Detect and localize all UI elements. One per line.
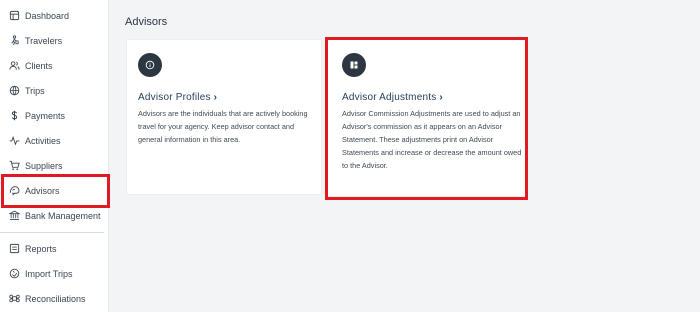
sidebar-item-activities[interactable]: Activities [0,128,108,153]
sidebar-item-label: Reports [25,243,57,254]
sidebar-item-trips[interactable]: Trips [0,78,108,103]
sidebar-item-dashboard[interactable]: Dashboard [0,3,108,28]
sidebar-item-label: Dashboard [25,10,70,21]
widgets-icon [342,53,366,77]
sidebar-item-bank-management[interactable]: Bank Management [0,203,108,228]
page-title: Advisors [125,16,168,28]
sidebar-item-payments[interactable]: Payments [0,103,108,128]
import-icon [9,268,20,279]
card-description: Advisor Commission Adjustments are used … [342,109,522,170]
bank-icon [9,210,20,221]
chevron-right-icon: › [439,92,443,103]
sidebar-item-import-trips[interactable]: Import Trips [0,261,108,286]
sidebar-item-suppliers[interactable]: Suppliers [0,153,108,178]
dollar-icon [9,110,20,121]
sidebar-item-label: Import Trips [25,268,73,279]
activity-icon [9,135,20,146]
reports-icon [9,243,20,254]
advisor-adjustments-link[interactable]: Advisor Adjustments › [342,92,443,103]
sidebar-item-label: Trips [25,85,45,96]
card-description: Advisors are the individuals that are ac… [138,109,308,144]
dashboard-icon [9,10,20,21]
sidebar-item-label: Travelers [25,35,63,46]
card-title-text: Advisor Adjustments [342,92,437,103]
sidebar-item-reconciliations[interactable]: Reconciliations [0,286,108,311]
sidebar-item-advisors[interactable]: Advisors [0,178,108,203]
sidebar: Dashboard Travelers Clients Trips Paymen… [0,0,109,312]
chevron-right-icon: › [213,92,218,103]
sidebar-item-label: Bank Management [25,210,101,221]
sidebar-item-label: Clients [25,60,53,71]
sidebar-divider [0,232,104,233]
advisor-adjustments-card[interactable]: Advisor Adjustments › Advisor Commission … [326,39,526,197]
sidebar-item-clients[interactable]: Clients [0,53,108,78]
sidebar-item-label: Activities [25,135,61,146]
command-icon [9,293,20,304]
sidebar-item-label: Suppliers [25,160,63,171]
trips-icon [9,85,20,96]
sidebar-item-label: Reconciliations [25,293,86,304]
sidebar-item-travelers[interactable]: Travelers [0,28,108,53]
sidebar-item-label: Advisors [25,185,60,196]
info-icon [138,53,162,77]
advisor-icon [9,185,20,196]
clients-icon [9,60,20,71]
travelers-icon [9,35,20,46]
cart-icon [9,160,20,171]
sidebar-item-label: Payments [25,110,66,121]
advisor-profiles-card[interactable]: Advisor Profiles › Advisors are the indiv… [126,39,322,195]
card-title-text: Advisor Profiles [138,92,211,103]
sidebar-item-reports[interactable]: Reports [0,236,108,261]
advisor-profiles-link[interactable]: Advisor Profiles › [138,92,217,103]
